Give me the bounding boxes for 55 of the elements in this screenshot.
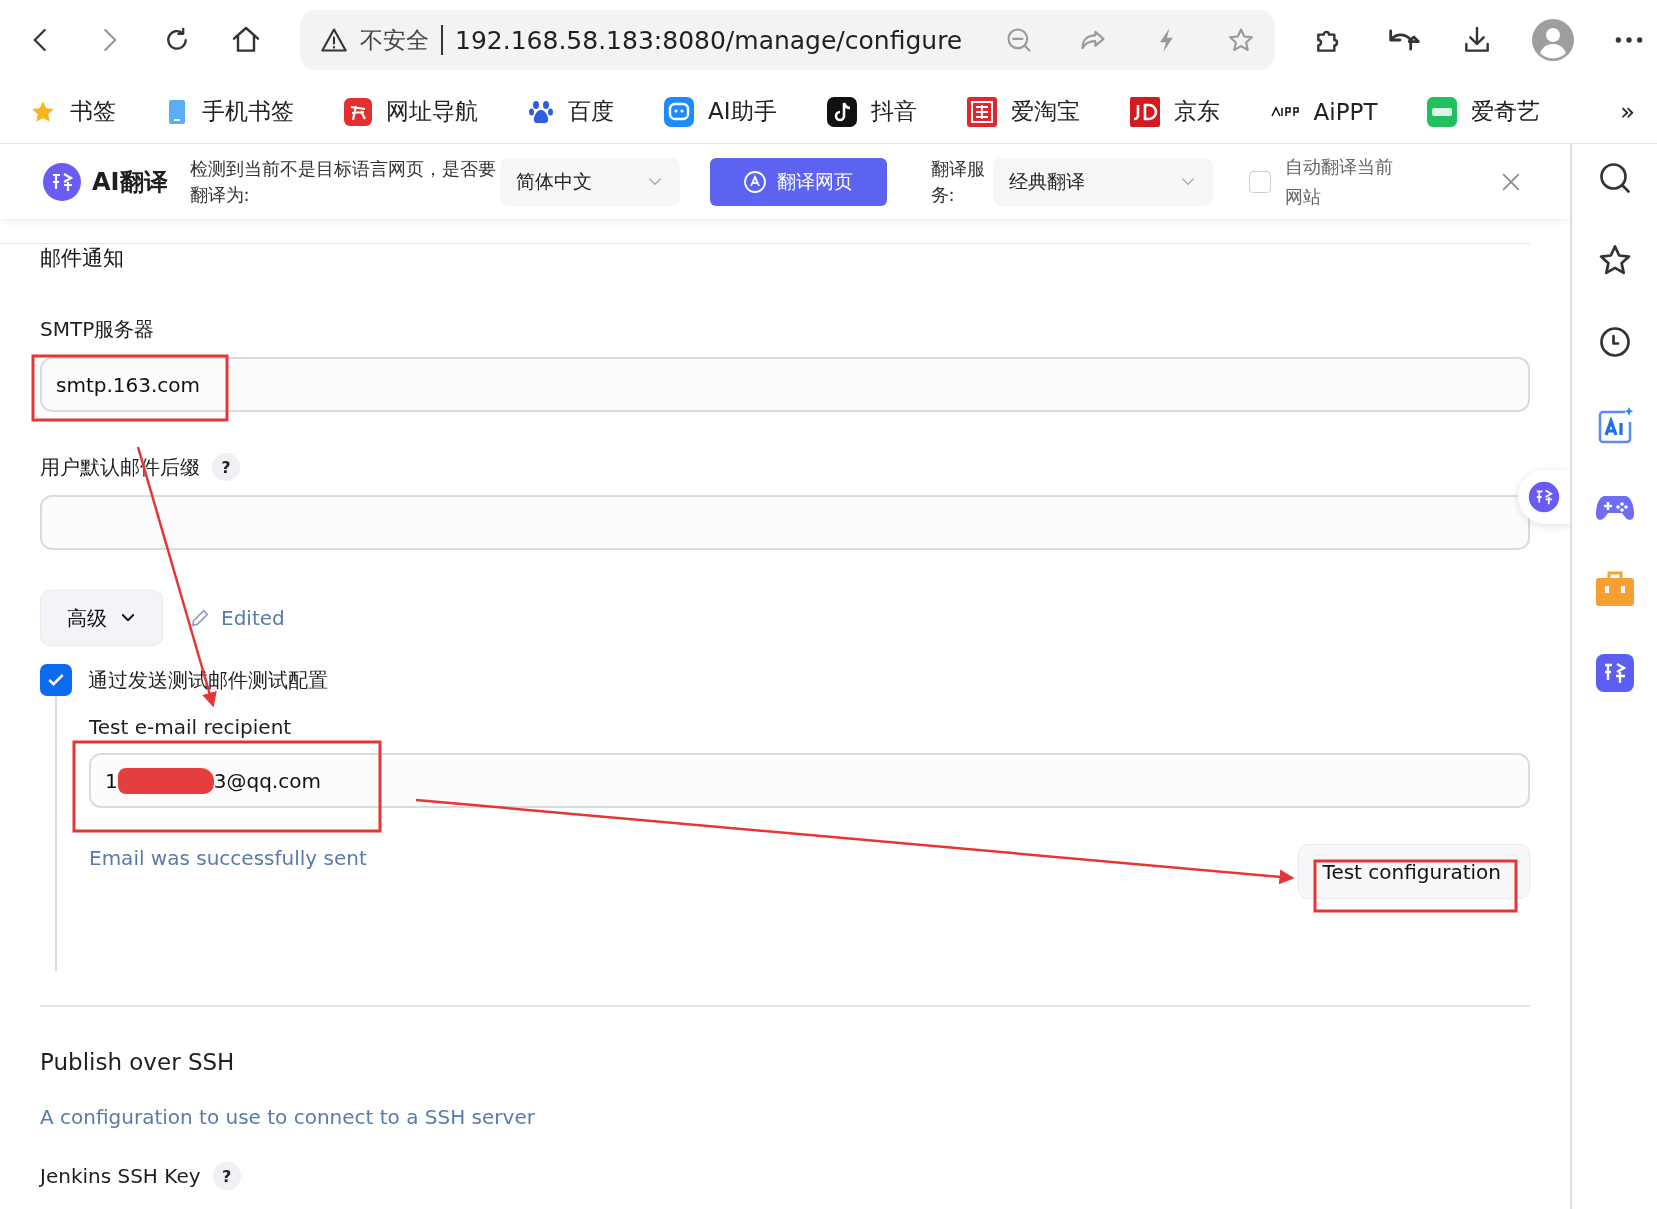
section-title: 邮件通知 — [40, 245, 125, 272]
more-bookmarks[interactable]: » — [1620, 97, 1635, 126]
chat-icon — [664, 96, 694, 127]
translate-page-button[interactable]: 翻译网页 — [709, 157, 887, 206]
logo-icon — [1269, 105, 1300, 118]
help-icon[interactable]: ? — [212, 453, 240, 481]
star-icon[interactable] — [1227, 26, 1255, 54]
security-warning[interactable]: 不安全 — [360, 24, 429, 56]
translate-icon[interactable] — [1528, 481, 1560, 513]
input-field[interactable]: 1 3@qq.com — [89, 753, 1530, 808]
url-text[interactable]: 192.168.58.183:8080/manage/configure — [455, 25, 993, 55]
checkbox[interactable] — [40, 664, 72, 696]
status-message: Email was successfully sent — [89, 846, 367, 870]
section-description: A configuration to use to connect to a SSH server — [40, 1105, 536, 1131]
bookmark-item[interactable]: AiPPT — [1269, 98, 1378, 125]
bookmark-item[interactable]: 爱奇艺 — [1427, 96, 1541, 127]
edited-label: Edited — [221, 606, 285, 630]
translate-icon — [743, 169, 767, 194]
address-bar[interactable]: 不安全 192.168.58.183:8080/manage/configure — [300, 10, 1275, 70]
music-note-icon — [826, 96, 857, 127]
bookmark-item[interactable]: AI助手 — [664, 96, 777, 127]
translate-icon — [42, 161, 82, 202]
field-label: SMTP服务器 — [40, 315, 155, 343]
service-dropdown[interactable]: 经典翻译 — [992, 157, 1213, 206]
section-title: Publish over SSH — [40, 1049, 236, 1077]
avatar-icon[interactable] — [1531, 18, 1575, 62]
app-icon — [1129, 96, 1160, 127]
app-icon — [1427, 96, 1458, 127]
translate-prompt: 检测到当前不是目标语言网页，是否要翻译为: — [189, 156, 497, 207]
bookmark-item[interactable]: 爱淘宝 — [966, 96, 1080, 127]
field-label: Test e-mail recipient — [89, 714, 293, 740]
phone-icon — [166, 98, 188, 125]
bookmark-item[interactable]: 网址导航 — [344, 96, 478, 127]
field-label: Jenkins SSH Key — [40, 1164, 201, 1188]
help-icon[interactable]: ? — [212, 1162, 241, 1190]
bookmark-item[interactable]: 手机书签 — [166, 96, 294, 127]
app-icon — [966, 96, 997, 127]
app-icon — [344, 97, 372, 126]
test-configuration-button[interactable]: Test configuration — [1297, 844, 1530, 899]
bookmark-item[interactable]: 书签 — [30, 96, 116, 127]
bookmark-item[interactable]: 京东 — [1129, 96, 1220, 127]
zoom-out-icon[interactable] — [1005, 26, 1033, 54]
translator-logo: AI翻译 — [42, 161, 168, 202]
input-field[interactable] — [40, 495, 1530, 550]
warning-icon — [320, 26, 348, 54]
auto-translate-label: 自动翻译当前网站 — [1284, 154, 1394, 209]
pencil-icon — [189, 607, 211, 629]
bookmark-item[interactable]: 抖音 — [826, 96, 917, 127]
language-dropdown[interactable]: 简体中文 — [499, 157, 680, 206]
translate-icon[interactable] — [1595, 654, 1634, 692]
paw-icon — [528, 98, 554, 125]
service-label: 翻译服务: — [930, 156, 986, 207]
input-field[interactable]: smtp.163.com — [40, 357, 1530, 412]
advanced-button[interactable]: 高级 — [40, 590, 163, 646]
bookmark-item[interactable]: 百度 — [528, 96, 614, 127]
